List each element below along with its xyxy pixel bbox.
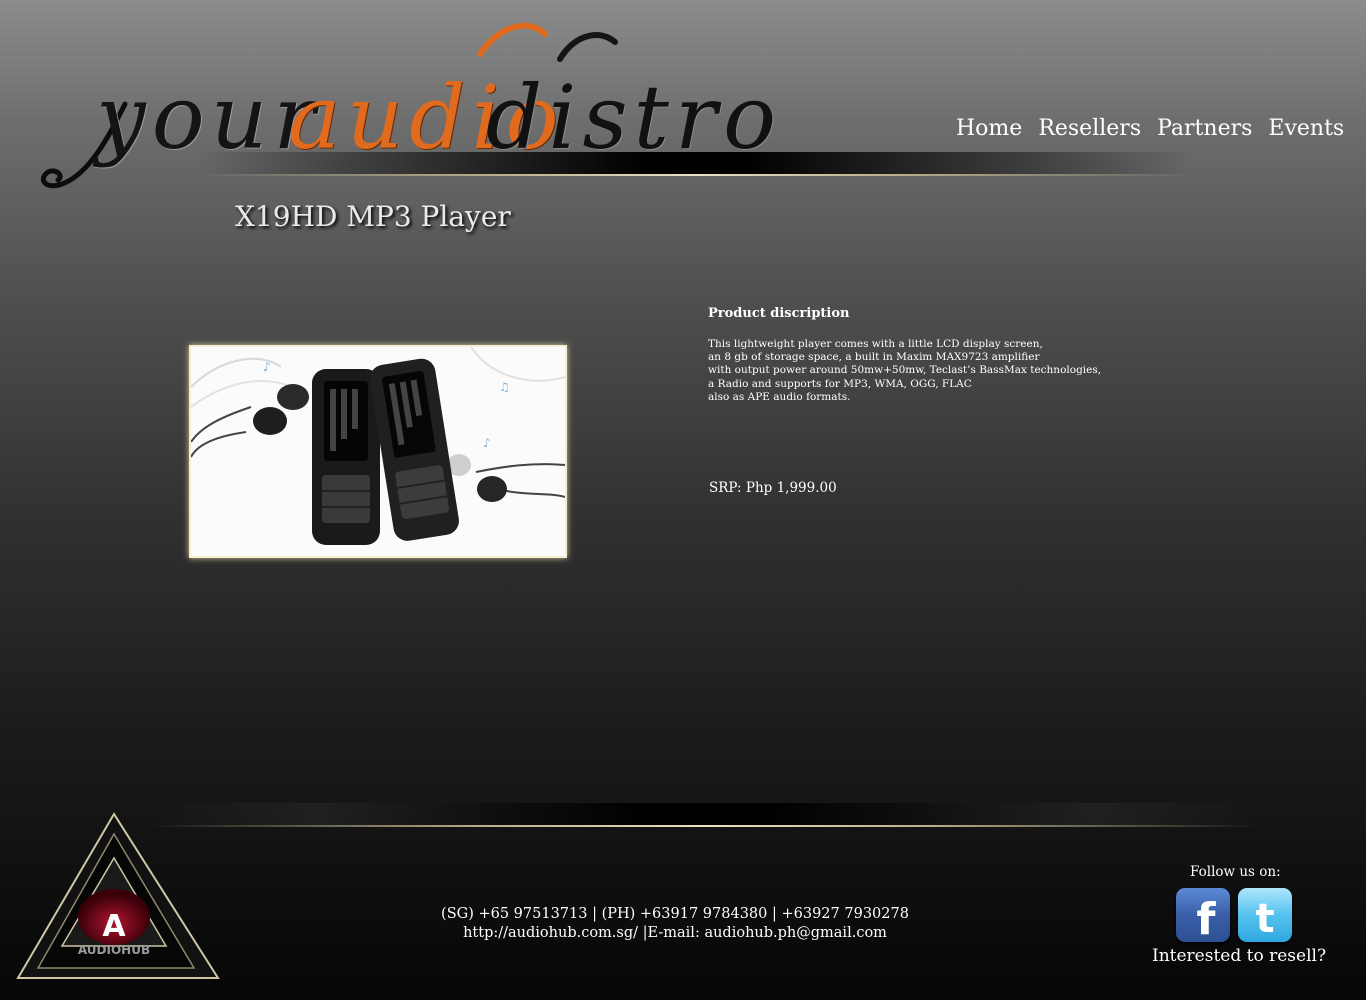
contact-info: (SG) +65 97513713 | (PH) +63917 9784380 … xyxy=(410,905,940,943)
twitter-icon[interactable]: t xyxy=(1238,888,1292,942)
nav-events[interactable]: Events xyxy=(1264,116,1348,141)
svg-text:♪: ♪ xyxy=(483,436,491,450)
description-line: also as APE audio formats. xyxy=(708,390,851,403)
audiohub-logo[interactable]: A AUDIOHUB xyxy=(14,812,220,982)
product-description: This lightweight player comes with a lit… xyxy=(708,338,1138,404)
mp3-player-illustration: ♪ ♫ ♪ xyxy=(191,347,565,545)
nav-resellers[interactable]: Resellers xyxy=(1034,116,1145,141)
contact-web-email[interactable]: http://audiohub.com.sg/ |E-mail: audiohu… xyxy=(410,924,940,943)
facebook-glyph: f xyxy=(1196,894,1216,945)
footer-divider xyxy=(150,803,1260,827)
product-image: ♪ ♫ ♪ xyxy=(189,345,567,558)
svg-text:t: t xyxy=(1255,896,1274,942)
logo-letter: A xyxy=(102,909,126,944)
main-nav: Home Resellers Partners Events xyxy=(952,110,1344,146)
follow-us-label: Follow us on: xyxy=(1190,864,1281,880)
svg-text:f: f xyxy=(1196,894,1216,942)
svg-text:♪: ♪ xyxy=(263,360,271,374)
description-line: with output power around 50mw+50mw, Tecl… xyxy=(708,364,1102,377)
svg-text:♫: ♫ xyxy=(499,380,510,394)
nav-home[interactable]: Home xyxy=(952,116,1026,141)
facebook-icon[interactable]: f xyxy=(1176,888,1230,945)
product-title: X19HD MP3 Player xyxy=(235,200,511,233)
description-line: an 8 gb of storage space, a built in Max… xyxy=(708,351,1040,364)
description-heading: Product discription xyxy=(708,306,850,321)
nav-partners[interactable]: Partners xyxy=(1153,116,1256,141)
twitter-glyph: t xyxy=(1255,896,1274,942)
description-line: This lightweight player comes with a lit… xyxy=(708,338,1043,350)
header-divider xyxy=(200,152,1190,176)
resell-link[interactable]: Interested to resell? xyxy=(1152,946,1326,966)
product-price: SRP: Php 1,999.00 xyxy=(709,480,837,496)
logo-wordmark: AUDIOHUB xyxy=(78,943,150,957)
contact-phones: (SG) +65 97513713 | (PH) +63917 9784380 … xyxy=(441,906,909,922)
description-line: a Radio and supports for MP3, WMA, OGG, … xyxy=(708,377,972,390)
